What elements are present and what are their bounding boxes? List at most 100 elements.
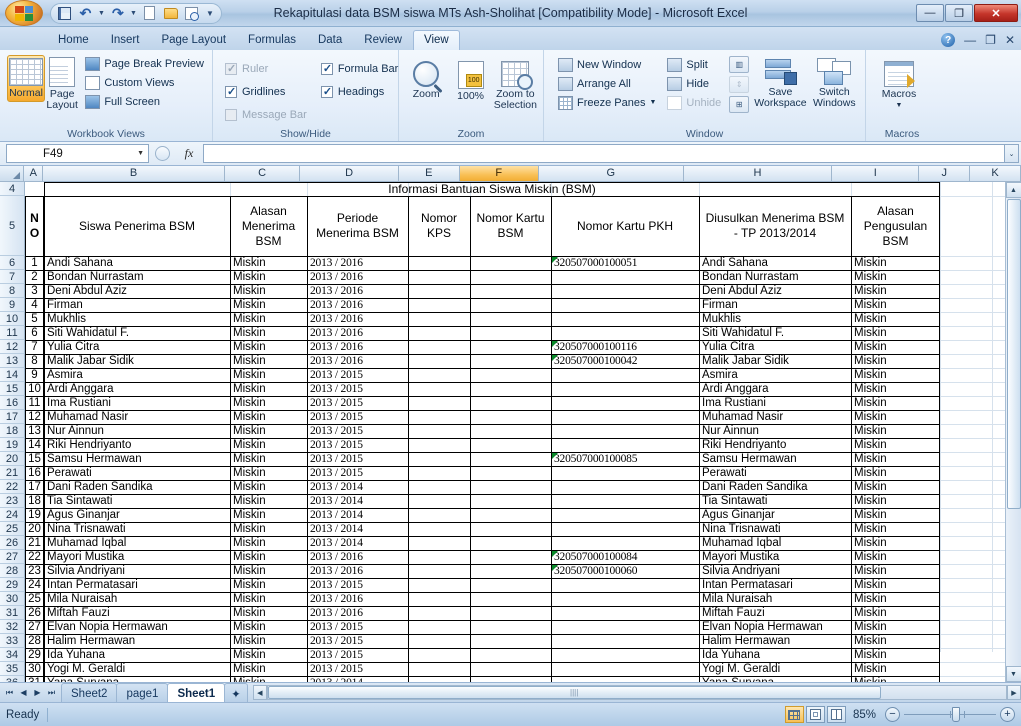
freeze-panes-chevron-down-icon[interactable]: ▼ — [649, 99, 656, 106]
minimize-ribbon-icon[interactable]: — — [964, 33, 976, 47]
vertical-scrollbar[interactable]: ▲ ▼ — [1005, 182, 1021, 682]
scroll-up-icon[interactable]: ▲ — [1005, 182, 1021, 198]
zoom-100-button[interactable]: 100% — [448, 59, 492, 104]
save-workspace-button[interactable]: Save Workspace — [754, 56, 807, 111]
row-header-32[interactable]: 32 — [0, 620, 25, 634]
row-header-36[interactable]: 36 — [0, 676, 25, 682]
new-icon[interactable] — [140, 5, 159, 22]
tab-data[interactable]: Data — [307, 30, 353, 50]
tab-formulas[interactable]: Formulas — [237, 30, 307, 50]
tab-home[interactable]: Home — [47, 30, 100, 50]
view-side-by-side-icon[interactable]: ▥ — [729, 56, 750, 73]
row-header-14[interactable]: 14 — [0, 368, 25, 382]
tab-view[interactable]: View — [413, 30, 460, 50]
open-icon[interactable] — [161, 5, 180, 22]
undo-icon[interactable]: ↶ — [76, 5, 95, 22]
print-preview-icon[interactable] — [182, 5, 201, 22]
row-header-30[interactable]: 30 — [0, 592, 25, 606]
page-break-preview-button[interactable]: Page Break Preview — [82, 55, 207, 72]
tab-insert[interactable]: Insert — [100, 30, 151, 50]
first-sheet-icon[interactable]: ⏮ — [3, 688, 16, 698]
macros-button[interactable]: Macros ▼ — [871, 59, 927, 113]
formula-bar-checkbox[interactable] — [320, 62, 333, 75]
row-header-27[interactable]: 27 — [0, 550, 25, 564]
row-header-9[interactable]: 9 — [0, 298, 25, 312]
scroll-down-icon[interactable]: ▼ — [1005, 666, 1021, 682]
next-sheet-icon[interactable]: ▶ — [31, 688, 44, 697]
new-window-button[interactable]: New Window — [555, 56, 659, 73]
close-document-icon[interactable]: ✕ — [1005, 33, 1015, 47]
row-header-35[interactable]: 35 — [0, 662, 25, 676]
row-header-11[interactable]: 11 — [0, 326, 25, 340]
help-icon[interactable]: ? — [941, 33, 956, 47]
message-bar-checkbox-row[interactable]: Message Bar — [225, 105, 307, 124]
insert-worksheet-icon[interactable]: ✦ — [224, 683, 248, 702]
expand-formula-bar-icon[interactable]: ⌄ — [1004, 144, 1019, 163]
row-header-25[interactable]: 25 — [0, 522, 25, 536]
formula-input[interactable] — [203, 144, 1004, 163]
customize-qat-icon[interactable]: ▼ — [203, 5, 217, 22]
row-header-21[interactable]: 21 — [0, 466, 25, 480]
column-header-d[interactable]: D — [300, 166, 400, 182]
ruler-checkbox-row[interactable]: Ruler — [225, 59, 307, 78]
row-header-24[interactable]: 24 — [0, 508, 25, 522]
split-button[interactable]: Split — [664, 56, 724, 73]
page-layout-view-button[interactable]: Page Layout — [45, 55, 79, 113]
reset-window-position-icon[interactable]: ⊞ — [729, 96, 750, 113]
tab-page-layout[interactable]: Page Layout — [150, 30, 237, 50]
row-header-18[interactable]: 18 — [0, 424, 25, 438]
row-header-20[interactable]: 20 — [0, 452, 25, 466]
row-header-6[interactable]: 6 — [0, 256, 25, 270]
formula-bar-checkbox-row[interactable]: Formula Bar — [320, 59, 398, 78]
row-header-19[interactable]: 19 — [0, 438, 25, 452]
row-header-29[interactable]: 29 — [0, 578, 25, 592]
row-header-22[interactable]: 22 — [0, 480, 25, 494]
undo-dropdown-icon[interactable]: ▼ — [97, 10, 106, 17]
horizontal-scroll-thumb[interactable]: |||| — [267, 686, 881, 699]
tab-review[interactable]: Review — [353, 30, 413, 50]
row-header-15[interactable]: 15 — [0, 382, 25, 396]
column-header-b[interactable]: B — [43, 166, 225, 182]
row-header-34[interactable]: 34 — [0, 648, 25, 662]
redo-icon[interactable]: ↶ — [108, 5, 127, 22]
name-box[interactable]: F49 ▼ — [6, 144, 149, 163]
hide-button[interactable]: Hide — [664, 75, 724, 92]
row-header-12[interactable]: 12 — [0, 340, 25, 354]
row-header-23[interactable]: 23 — [0, 494, 25, 508]
redo-dropdown-icon[interactable]: ▼ — [129, 10, 138, 17]
zoom-thumb[interactable] — [952, 707, 960, 722]
hscroll-left-icon[interactable]: ◀ — [252, 685, 267, 700]
office-button[interactable] — [2, 0, 46, 26]
gridlines-checkbox[interactable] — [225, 85, 237, 98]
freeze-panes-button[interactable]: Freeze Panes ▼ — [555, 94, 659, 111]
zoom-track[interactable] — [904, 707, 996, 722]
column-header-i[interactable]: I — [832, 166, 920, 182]
insert-function-icon[interactable]: fx — [175, 146, 203, 161]
column-header-c[interactable]: C — [224, 166, 301, 182]
message-bar-checkbox[interactable] — [225, 108, 237, 121]
full-screen-button[interactable]: Full Screen — [82, 93, 207, 110]
column-header-k[interactable]: K — [970, 166, 1021, 182]
close-button[interactable]: ✕ — [974, 4, 1018, 22]
normal-view-button[interactable]: Normal — [7, 55, 45, 102]
restore-document-icon[interactable]: ❐ — [985, 33, 996, 47]
headings-checkbox[interactable] — [320, 85, 333, 98]
column-header-e[interactable]: E — [399, 166, 460, 182]
custom-views-button[interactable]: Custom Views — [82, 74, 207, 91]
minimize-button[interactable]: — — [916, 4, 944, 22]
sheet-tab-sheet2[interactable]: Sheet2 — [61, 683, 118, 702]
vertical-scroll-thumb[interactable] — [1006, 199, 1021, 509]
gridlines-checkbox-row[interactable]: Gridlines — [225, 82, 307, 101]
macros-chevron-down-icon[interactable]: ▼ — [896, 100, 903, 111]
column-header-a[interactable]: A — [24, 166, 44, 182]
page-break-view-shortcut-icon[interactable] — [826, 706, 846, 723]
normal-view-shortcut-icon[interactable] — [784, 706, 804, 723]
row-header-28[interactable]: 28 — [0, 564, 25, 578]
zoom-to-selection-button[interactable]: Zoom to Selection — [493, 59, 538, 113]
column-header-h[interactable]: H — [683, 166, 833, 182]
name-box-chevron-down-icon[interactable]: ▼ — [137, 150, 144, 157]
zoom-level-label[interactable]: 85% — [853, 709, 876, 721]
zoom-in-button[interactable]: + — [1000, 707, 1015, 722]
arrange-all-button[interactable]: Arrange All — [555, 75, 659, 92]
zoom-button[interactable]: Zoom — [404, 59, 448, 102]
